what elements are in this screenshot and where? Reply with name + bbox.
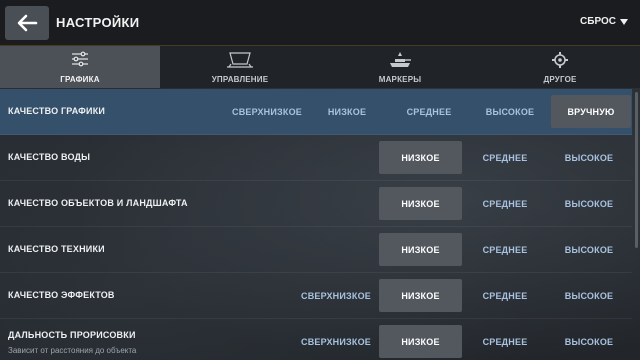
setting-row-water-quality: КАЧЕСТВО ВОДЫ НИЗКОЕ СРЕДНЕЕ ВЫСОКОЕ bbox=[0, 135, 632, 181]
tab-controls[interactable]: УПРАВЛЕНИЕ bbox=[160, 46, 320, 88]
option-high[interactable]: ВЫСОКОЕ bbox=[548, 279, 630, 312]
option-high[interactable]: ВЫСОКОЕ bbox=[548, 141, 630, 174]
setting-label: КАЧЕСТВО ЭФФЕКТОВ bbox=[8, 290, 115, 300]
reset-button[interactable]: СБРОС bbox=[580, 16, 628, 27]
option-ultra-low[interactable]: СВЕРХНИЗКОЕ bbox=[295, 325, 377, 358]
option-low[interactable]: НИЗКОЕ bbox=[379, 325, 462, 358]
tank-marker-icon bbox=[390, 52, 411, 67]
sliders-icon bbox=[72, 51, 88, 67]
option-high[interactable]: ВЫСОКОЕ bbox=[548, 187, 630, 220]
header-bar: НАСТРОЙКИ СБРОС bbox=[0, 0, 640, 46]
gear-icon bbox=[552, 52, 568, 68]
option-ultra-low[interactable]: СВЕРХНИЗКОЕ bbox=[295, 279, 377, 312]
tab-label: УПРАВЛЕНИЕ bbox=[211, 75, 269, 84]
tab-other[interactable]: ДРУГОЕ bbox=[480, 46, 640, 88]
reset-label: СБРОС bbox=[580, 16, 616, 27]
setting-row-effects-quality: КАЧЕСТВО ЭФФЕКТОВ СВЕРХНИЗКОЕ НИЗКОЕ СРЕ… bbox=[0, 273, 632, 319]
tab-graphics[interactable]: ГРАФИКА bbox=[0, 46, 160, 88]
chevron-down-icon bbox=[620, 18, 628, 25]
setting-label: КАЧЕСТВО ВОДЫ bbox=[8, 152, 91, 162]
option-ultra-low[interactable]: СВЕРХНИЗКОЕ bbox=[222, 95, 312, 128]
setting-row-draw-distance: ДАЛЬНОСТЬ ПРОРИСОВКИ Зависит от расстоян… bbox=[0, 319, 632, 360]
option-high[interactable]: ВЫСОКОЕ bbox=[470, 95, 550, 128]
option-low[interactable]: НИЗКОЕ bbox=[379, 279, 462, 312]
setting-row-graphics-quality: КАЧЕСТВО ГРАФИКИ СВЕРХНИЗКОЕ НИЗКОЕ СРЕД… bbox=[0, 89, 632, 135]
option-low[interactable]: НИЗКОЕ bbox=[312, 95, 382, 128]
option-low[interactable]: НИЗКОЕ bbox=[379, 233, 462, 266]
option-medium[interactable]: СРЕДНЕЕ bbox=[464, 279, 546, 312]
settings-list: КАЧЕСТВО ГРАФИКИ СВЕРХНИЗКОЕ НИЗКОЕ СРЕД… bbox=[0, 89, 640, 360]
option-manual[interactable]: ВРУЧНУЮ bbox=[551, 95, 631, 128]
setting-label: КАЧЕСТВО ТЕХНИКИ bbox=[8, 244, 105, 254]
option-medium[interactable]: СРЕДНЕЕ bbox=[464, 187, 546, 220]
tab-label: ДРУГОЕ bbox=[543, 75, 577, 84]
setting-label: КАЧЕСТВО ОБЪЕКТОВ И ЛАНДШАФТА bbox=[8, 198, 188, 208]
option-low[interactable]: НИЗКОЕ bbox=[379, 187, 462, 220]
setting-label: ДАЛЬНОСТЬ ПРОРИСОВКИ bbox=[8, 330, 136, 340]
settings-tabs: ГРАФИКА УПРАВЛЕНИЕ МАРКЕРЫ ДРУГОЕ bbox=[0, 46, 640, 88]
tab-markers[interactable]: МАРКЕРЫ bbox=[320, 46, 480, 88]
scrollbar[interactable] bbox=[635, 92, 638, 248]
back-button[interactable] bbox=[5, 6, 49, 40]
option-high[interactable]: ВЫСОКОЕ bbox=[548, 233, 630, 266]
option-high[interactable]: ВЫСОКОЕ bbox=[548, 325, 630, 358]
option-low[interactable]: НИЗКОЕ bbox=[379, 141, 462, 174]
page-title: НАСТРОЙКИ bbox=[56, 15, 140, 30]
setting-row-objects-landscape: КАЧЕСТВО ОБЪЕКТОВ И ЛАНДШАФТА НИЗКОЕ СРЕ… bbox=[0, 181, 632, 227]
arrow-left-icon bbox=[17, 14, 38, 32]
setting-sublabel: Зависит от расстояния до объекта bbox=[8, 346, 137, 355]
option-medium[interactable]: СРЕДНЕЕ bbox=[464, 325, 546, 358]
option-medium[interactable]: СРЕДНЕЕ bbox=[464, 141, 546, 174]
tab-label: МАРКЕРЫ bbox=[378, 75, 422, 84]
controls-icon bbox=[227, 52, 253, 68]
setting-label: КАЧЕСТВО ГРАФИКИ bbox=[8, 106, 106, 116]
option-medium[interactable]: СРЕДНЕЕ bbox=[464, 233, 546, 266]
setting-row-vehicle-quality: КАЧЕСТВО ТЕХНИКИ НИЗКОЕ СРЕДНЕЕ ВЫСОКОЕ bbox=[0, 227, 632, 273]
tab-label: ГРАФИКА bbox=[60, 75, 100, 84]
option-medium[interactable]: СРЕДНЕЕ bbox=[388, 95, 470, 128]
